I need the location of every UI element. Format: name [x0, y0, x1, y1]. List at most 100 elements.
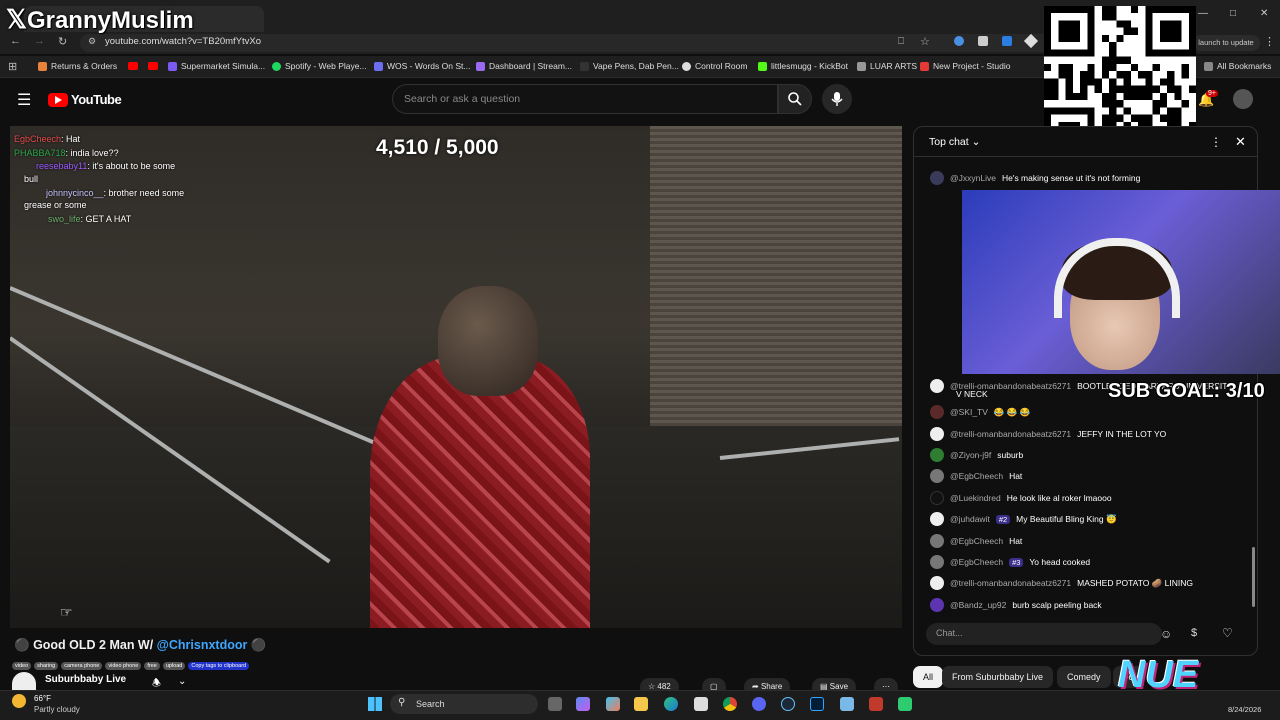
channel-name[interactable]: Suburbbaby Live	[45, 674, 126, 685]
bookmark-item[interactable]: WOS - Words On St...	[374, 61, 470, 71]
channel-avatar[interactable]	[12, 672, 36, 690]
account-avatar[interactable]	[1233, 89, 1253, 109]
weather-temp[interactable]: 66°F	[34, 694, 51, 703]
avatar[interactable]	[930, 448, 944, 462]
star-icon[interactable]: ☆	[920, 35, 930, 48]
taskbar-date[interactable]: 8/24/2026	[1228, 705, 1261, 714]
url-text[interactable]: youtube.com/watch?v=TB20mfYtvXo	[105, 36, 261, 47]
install-icon[interactable]: ⎕	[898, 36, 904, 47]
copy-tags-button[interactable]: Copy tags to clipboard	[188, 662, 250, 670]
tag[interactable]: sharing	[34, 662, 59, 670]
extension-icon[interactable]	[978, 36, 988, 46]
store-icon[interactable]	[694, 697, 708, 711]
chat-message: @juhdawit #2 My Beautiful Bling King 😇	[930, 512, 1117, 526]
bookmark-item[interactable]: littlesmugg - KickBot	[758, 61, 848, 71]
bookmark-item[interactable]: Spotify - Web Playe...	[272, 61, 367, 71]
bookmark-item[interactable]: Control Room	[682, 61, 747, 71]
tag[interactable]: free	[144, 662, 160, 670]
menu-dots-icon[interactable]: ⋮	[1264, 35, 1275, 48]
youtube-bookmark-icon[interactable]	[148, 62, 158, 70]
bookmark-item[interactable]: Vape Pens, Dab Pen...	[580, 61, 679, 71]
update-button[interactable]: launch to update	[1192, 35, 1260, 51]
overlay-chat-line: PHABBA718: india love??	[14, 148, 119, 158]
avatar[interactable]	[930, 555, 944, 569]
avatar[interactable]	[930, 512, 944, 526]
super-chat-icon[interactable]: $	[1191, 627, 1197, 639]
chat-message: @JxxynLive He's making sense ut it's not …	[930, 171, 1140, 185]
chat-message: @EgbCheech Hat	[930, 469, 1022, 483]
photoshop-icon[interactable]	[810, 697, 824, 711]
bookmark-item[interactable]: LUAR ARTS	[857, 61, 917, 71]
copilot-app-icon[interactable]	[606, 697, 620, 711]
extension-icon[interactable]	[954, 36, 964, 46]
avatar[interactable]	[930, 491, 944, 505]
copilot-icon[interactable]	[576, 697, 590, 711]
app-icon[interactable]	[869, 697, 883, 711]
weather-desc[interactable]: Partly cloudy	[34, 705, 80, 714]
video-frame-person-jacket	[370, 356, 590, 628]
extension-icon[interactable]	[1002, 36, 1012, 46]
chat-mode-dropdown[interactable]: Top chat ⌄	[929, 136, 980, 148]
close-icon[interactable]: ✕	[1235, 134, 1246, 150]
reload-icon[interactable]: ↻	[58, 35, 67, 48]
bookmark-item[interactable]: Returns & Orders	[38, 61, 117, 71]
heart-icon[interactable]: ♡	[1222, 626, 1233, 640]
avatar[interactable]	[930, 379, 944, 393]
chat-input[interactable]: Chat...	[926, 623, 1162, 645]
video-player[interactable]	[10, 126, 902, 628]
tag[interactable]: camera phone	[61, 662, 103, 670]
bookmark-item[interactable]: Supermarket Simula...	[168, 61, 265, 71]
avatar[interactable]	[930, 576, 944, 590]
search-button[interactable]	[778, 84, 812, 114]
search-input[interactable]: Search or ask a question	[392, 84, 778, 114]
mouse-cursor-icon: ☞	[60, 604, 73, 620]
site-info-icon[interactable]: ⚙	[88, 36, 96, 47]
chrome-icon[interactable]	[723, 697, 737, 711]
windows-start-icon[interactable]	[368, 697, 382, 711]
edge-icon[interactable]	[664, 697, 678, 711]
window-minimize-button[interactable]: —	[1198, 8, 1208, 19]
apps-icon[interactable]: ⊞	[8, 60, 17, 73]
avatar[interactable]	[930, 427, 944, 441]
overlay-chat-line: swo_life: GET A HAT	[48, 214, 132, 224]
avatar[interactable]	[930, 171, 944, 185]
back-icon[interactable]: ←	[10, 35, 21, 47]
search-placeholder: Search or ask a question	[404, 93, 521, 105]
bookmark-item-all[interactable]: All Bookmarks	[1204, 61, 1271, 71]
discord-icon[interactable]	[752, 697, 766, 711]
emoji-icon[interactable]: ☺	[1160, 627, 1172, 641]
app-icon[interactable]	[898, 697, 912, 711]
chevron-down-icon[interactable]: ⌄	[178, 676, 186, 687]
taskbar-search[interactable]: ⚲ Search	[390, 694, 538, 714]
window-close-button[interactable]: ✕	[1260, 8, 1268, 19]
chat-scrollbar[interactable]	[1252, 547, 1255, 607]
youtube-logo[interactable]: YouTube	[48, 92, 122, 107]
hamburger-menu-icon[interactable]: ☰	[17, 90, 31, 110]
tag[interactable]: video phone	[105, 662, 142, 670]
chat-message: @trelli-omanbandonabeatz6271 JEFFY IN THE…	[930, 427, 1166, 441]
task-view-icon[interactable]	[548, 697, 562, 711]
tag[interactable]: upload	[162, 662, 186, 670]
avatar[interactable]	[930, 534, 944, 548]
chip-comedy[interactable]: Comedy	[1057, 666, 1111, 688]
mention-link[interactable]: @Chrisnxtdoor	[157, 638, 248, 652]
bookmark-item[interactable]: Dashboard | Stream...	[476, 61, 572, 71]
avatar[interactable]	[930, 405, 944, 419]
bookmark-icon	[476, 61, 485, 71]
voice-search-button[interactable]	[822, 84, 852, 114]
chip-all[interactable]: All	[913, 666, 944, 688]
steam-icon[interactable]	[781, 697, 795, 711]
avatar[interactable]	[930, 598, 944, 612]
chat-menu-icon[interactable]: ⋮	[1210, 135, 1222, 149]
tag[interactable]: video	[12, 662, 32, 670]
window-maximize-button[interactable]: □	[1230, 8, 1236, 19]
file-explorer-icon[interactable]	[634, 697, 648, 711]
weather-icon[interactable]	[12, 694, 26, 708]
notepad-icon[interactable]	[840, 697, 854, 711]
forward-icon[interactable]: →	[34, 35, 45, 47]
bookmark-item[interactable]: New Project - Studio	[920, 61, 1010, 71]
avatar[interactable]	[930, 469, 944, 483]
bookmark-icon	[920, 61, 929, 71]
youtube-bookmark-icon[interactable]	[128, 62, 138, 70]
chip-from-channel[interactable]: From Suburbbaby Live	[942, 666, 1054, 688]
